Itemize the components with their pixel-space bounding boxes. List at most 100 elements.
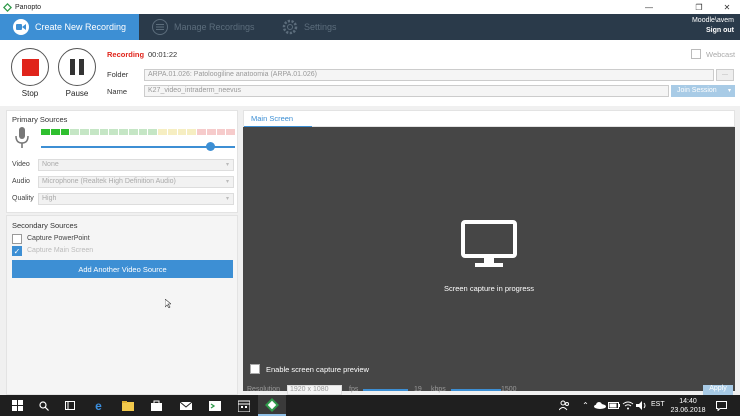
windows-taskbar: e ⌃ EST 14:40 23.06.2018 <box>0 395 740 416</box>
chevron-down-icon: ▾ <box>225 179 229 185</box>
volume-icon[interactable] <box>634 398 649 413</box>
list-icon <box>152 19 168 35</box>
quality-select[interactable]: High ▾ <box>38 193 234 205</box>
clock[interactable]: 14:40 23.06.2018 <box>670 397 706 415</box>
resolution-field[interactable]: 1920 x 1080 <box>287 385 342 395</box>
audio-meter-segment <box>187 129 196 135</box>
enable-preview-label: Enable screen capture preview <box>266 364 369 374</box>
volume-slider[interactable] <box>41 142 235 152</box>
pause-label: Pause <box>65 89 89 98</box>
mail-icon[interactable] <box>178 398 193 413</box>
windows-start-icon[interactable] <box>10 398 25 413</box>
audio-meter-segment <box>50 129 60 135</box>
screen-preview: Screen capture in progress Enable screen… <box>243 127 735 391</box>
audio-meter-segment <box>167 129 177 135</box>
calendar-app-icon[interactable] <box>236 398 251 413</box>
file-explorer-icon[interactable] <box>120 398 135 413</box>
wifi-icon[interactable] <box>620 398 635 413</box>
enable-preview-option[interactable]: Enable screen capture preview <box>250 364 369 374</box>
folder-dropdown-button[interactable]: ··· <box>716 69 734 81</box>
audio-meter-segment <box>226 129 235 135</box>
audio-meter-segment <box>206 129 216 135</box>
close-button[interactable]: ✕ <box>716 0 738 14</box>
tab-manage-label: Manage Recordings <box>174 22 255 32</box>
join-session-label: Join Session <box>677 87 717 94</box>
kbps-label: kbps <box>431 386 446 393</box>
audio-select[interactable]: Microphone (Realtek High Definition Audi… <box>38 176 234 188</box>
audio-meter-segment <box>216 129 226 135</box>
notification-icon[interactable] <box>714 398 729 413</box>
title-bar: Panopto <box>0 0 740 14</box>
capture-powerpoint-label: Capture PowerPoint <box>27 235 90 242</box>
language-indicator[interactable]: EST <box>651 401 665 408</box>
recording-controls: Stop Pause Recording 00:01:22 Webcast Fo… <box>0 40 740 106</box>
tab-settings[interactable]: Settings <box>282 14 337 40</box>
recording-status: Recording <box>107 50 145 59</box>
audio-meter-segment <box>99 129 109 135</box>
main-screen-tabbar: Main Screen <box>243 110 735 128</box>
chevron-up-icon[interactable]: ⌃ <box>578 398 593 413</box>
audio-level-meter <box>41 129 235 135</box>
name-label: Name <box>107 87 128 96</box>
store-icon[interactable] <box>149 398 164 413</box>
webcast-checkbox[interactable] <box>691 49 701 59</box>
stop-button[interactable] <box>11 48 49 86</box>
gear-icon <box>282 19 298 35</box>
minimize-button[interactable]: — <box>638 0 660 14</box>
quality-label: Quality <box>12 195 34 202</box>
pause-icon <box>70 59 84 75</box>
audio-meter-segment <box>158 129 167 135</box>
ellipsis-icon: ··· <box>722 72 728 78</box>
panopto-taskbar-icon[interactable] <box>258 395 286 416</box>
microphone-icon <box>15 127 29 148</box>
webcast-label: Webcast <box>706 50 736 59</box>
secondary-sources-title: Secondary Sources <box>12 221 78 230</box>
capture-main-screen-checkbox[interactable]: ✓ <box>12 246 22 256</box>
battery-icon <box>606 398 621 413</box>
fps-slider[interactable] <box>363 389 408 391</box>
restore-button[interactable]: ❐ <box>688 0 710 14</box>
onedrive-icon[interactable] <box>592 398 607 413</box>
video-select[interactable]: None ▾ <box>38 159 234 171</box>
capture-main-screen-label: Capture Main Screen <box>27 247 94 254</box>
audio-meter-segment <box>128 129 138 135</box>
tab-create-new-recording[interactable]: Create New Recording <box>0 14 139 40</box>
audio-meter-segment <box>89 129 99 135</box>
name-field[interactable]: K27_video_intraderm_neevus <box>144 85 669 97</box>
stop-icon <box>21 58 39 76</box>
audio-meter-segment <box>197 129 206 135</box>
audio-value: Microphone (Realtek High Definition Audi… <box>42 178 176 185</box>
people-icon[interactable] <box>557 398 572 413</box>
user-box: Moodle\avem Sign out <box>692 16 734 36</box>
folder-field[interactable]: ARPA.01.026: Patoloogiline anatoomia (AR… <box>144 69 714 81</box>
tab-manage-recordings[interactable]: Manage Recordings <box>152 14 255 40</box>
capture-powerpoint-checkbox[interactable] <box>12 234 22 244</box>
pause-button[interactable] <box>58 48 96 86</box>
checkmark-icon: ✓ <box>13 247 21 256</box>
volume-slider-thumb[interactable] <box>205 142 215 151</box>
edge-browser-icon[interactable]: e <box>91 398 106 413</box>
capture-settings-bar: Resolution 1920 x 1080 fps 19 kbps 1500 … <box>243 385 735 395</box>
audio-meter-segment <box>41 129 50 135</box>
sign-out-link[interactable]: Sign out <box>692 26 734 36</box>
fps-label: fps <box>349 386 359 393</box>
search-icon[interactable] <box>36 398 51 413</box>
task-view-icon[interactable] <box>62 398 77 413</box>
quality-value: High <box>42 195 57 202</box>
clock-time: 14:40 <box>679 398 697 405</box>
audio-meter-segment <box>138 129 148 135</box>
audio-meter-segment <box>70 129 79 135</box>
primary-sources-panel: Primary Sources Video None ▾ Audio Microp… <box>6 110 238 213</box>
kbps-slider[interactable] <box>451 389 501 391</box>
audio-meter-segment <box>109 129 118 135</box>
add-video-source-button[interactable]: Add Another Video Source <box>12 260 233 278</box>
enable-preview-checkbox[interactable] <box>250 364 260 374</box>
audio-meter-segment <box>177 129 187 135</box>
video-value: None <box>42 161 59 168</box>
record-icon <box>13 19 29 35</box>
join-session-button[interactable]: Join Session ▾ <box>671 85 735 97</box>
main-screen-area: Main Screen Screen capture in progress E… <box>243 110 735 395</box>
terminal-app-icon[interactable] <box>207 398 222 413</box>
tab-main-screen[interactable]: Main Screen <box>244 111 312 128</box>
apply-button[interactable]: Apply <box>703 385 733 395</box>
